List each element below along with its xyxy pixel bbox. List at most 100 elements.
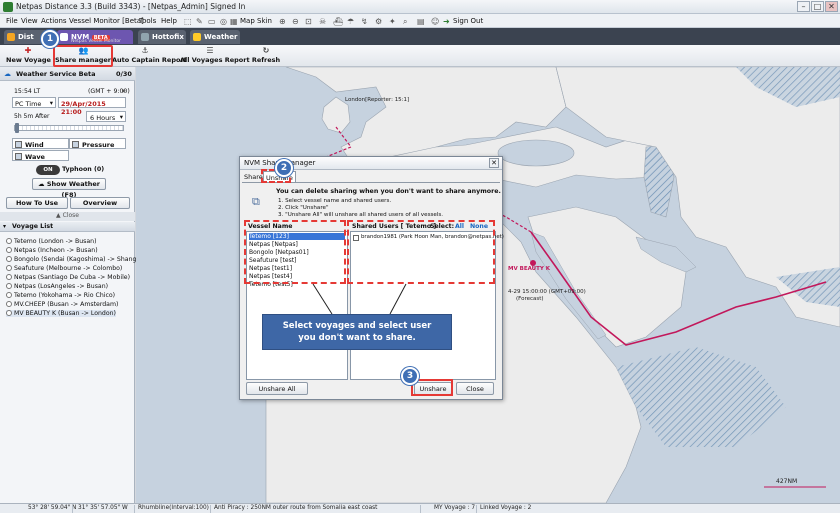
show-weather-button[interactable]: ☁ Show Weather (F8) [32,178,106,199]
wind-toggle[interactable]: Wind [12,138,69,149]
tab-distance-label: Dist [18,33,34,41]
pirate-icon[interactable]: ☠ [319,17,326,26]
sign-out-icon[interactable]: ➜ [443,17,450,26]
help-icon[interactable]: ✦ [389,17,396,26]
time-slider[interactable] [14,125,124,131]
sign-out-menu[interactable]: Sign Out [453,17,483,25]
status-separator [134,505,135,513]
voyage-list-title: Voyage List [12,223,54,230]
voyage-item[interactable]: Tetemo (London -> Busan) [6,238,97,245]
tab-nvm[interactable]: NVM BETA Netpas Vessel Monitor [57,30,133,44]
voyage-item[interactable]: Netpas (Santiago De Cuba -> Mobile) [6,274,130,281]
longitude-readout: 31° 35' 57.05" W [78,505,128,511]
close-window-button[interactable]: ✕ [825,1,838,12]
local-time: 15:54 LT [14,88,41,95]
typhoon-count: Typhoon (0) [62,166,105,173]
wave-toggle[interactable]: Wave [12,150,69,161]
step-2-callout: 2 [275,159,293,177]
minimize-button[interactable]: – [797,1,810,12]
menu-view[interactable]: View [21,17,38,25]
title-bar: Netpas Distance 3.3 (Build 3343) - [Netp… [0,0,840,14]
search-icon[interactable]: ⌕ [403,17,407,27]
layer-icon[interactable]: ▭ [208,17,216,26]
pointer-icon[interactable]: ⬚ [184,17,192,26]
wave-checkbox[interactable] [15,153,22,160]
route-icon[interactable]: ↯ [361,17,368,26]
user-icon[interactable]: ☺ [431,17,439,26]
time-offset: 5h 5m After [14,113,50,120]
app-icon [3,2,13,12]
ship-icon[interactable]: ⛴ [333,17,343,26]
voyage-item-label: Netpas (LosAngeles -> Busan) [14,283,109,290]
wind-checkbox[interactable] [15,141,22,148]
voyage-item-selected[interactable]: MV BEAUTY K (Busan -> London) [6,310,116,317]
black-sea [497,139,575,167]
tab-hottofix[interactable]: Hottofix [138,30,186,44]
typhoon-on-toggle[interactable]: ON [36,165,60,175]
map-skin-menu[interactable]: Map Skin [240,17,272,25]
close-button[interactable]: Close [456,382,494,395]
maximize-button[interactable]: □ [811,1,824,12]
map-skin-icon[interactable]: ▦ [230,17,238,26]
menu-file[interactable]: File [6,17,18,25]
voyage-item[interactable]: Netpas (Incheon -> Busan) [6,247,98,254]
voyage-item[interactable]: Netpas (LosAngeles -> Busan) [6,283,108,290]
weather-panel-title: Weather Service Beta [16,70,96,78]
step-3-callout: 3 [401,367,419,385]
refresh-button[interactable]: ↻ Refresh [246,47,286,66]
voyage-item-label: Netpas (Incheon -> Busan) [14,247,98,254]
chevron-down-icon: ▾ [49,99,53,107]
voyage-item-label: Tetemo (Yokohama -> Rio Chico) [14,292,116,299]
new-voyage-button[interactable]: ✚ New Voyage [6,47,51,66]
voyage-item-label: Tetemo (London -> Busan) [14,238,97,245]
menu-actions[interactable]: Actions [41,17,67,25]
status-bar: 53° 28' 59.04" N 31° 35' 57.05" W Rhumbl… [0,503,840,513]
report-icon: ☰ [206,46,214,55]
grid-icon[interactable]: ▤ [417,17,425,26]
menu-tools[interactable]: Tools [139,17,156,25]
ship-icon [6,301,12,307]
menu-vessel-monitor[interactable]: Vessel Monitor [Beta] [69,17,144,25]
folder-icon: ▾ [3,223,7,230]
tab-weather[interactable]: Weather [190,30,240,44]
my-voyage-count: MY Voyage : 7 [434,505,476,511]
step-text-1: 1. Select vessel name and shared users. [278,198,392,204]
menu-help[interactable]: Help [161,17,177,25]
zoom-in-icon[interactable]: ⊕ [279,17,286,26]
hottofix-icon [141,33,149,41]
window-title: Netpas Distance 3.3 (Build 3343) - [Netp… [16,2,246,11]
auto-captain-label: Auto Captain Report [112,56,187,64]
voyage-item[interactable]: Tetemo (Yokohama -> Rio Chico) [6,292,115,299]
zoom-out-icon[interactable]: ⊖ [292,17,299,26]
tab-share[interactable]: Share [244,173,263,181]
ruler-icon[interactable]: ✎ [196,17,203,26]
pressure-label: Pressure [82,141,115,149]
pressure-toggle[interactable]: Pressure [69,138,126,149]
weather-panel-count: 0/30 [116,70,132,78]
voyage-item-label: Netpas (Santiago De Cuba -> Mobile) [14,274,131,281]
share-manager-highlight [53,45,113,67]
voyage-item[interactable]: MV.CHEEP (Busan -> Amsterdam) [6,301,118,308]
unshare-all-button[interactable]: Unshare All [246,382,308,395]
dialog-close-icon[interactable]: ✕ [489,158,499,168]
collapse-bar[interactable]: ▲ Close [0,212,135,221]
voyage-item[interactable]: Bongolo (Sendai (Kagoshima) -> Shanghai) [6,256,148,263]
how-to-use-button[interactable]: How To Use [6,197,68,209]
london-label: London[Reporter: 15:1] [345,97,410,103]
date-field[interactable]: 29/Apr/2015 21:00 [58,97,126,116]
settings-icon[interactable]: ⚙ [375,17,382,26]
ship-icon [6,310,12,316]
zoom-box-icon[interactable]: ⊡ [305,17,312,26]
all-voyages-report-button[interactable]: ☰ All Voyages Report [180,46,250,66]
pressure-checkbox[interactable] [72,141,79,148]
weather-icon[interactable]: ☂ [347,17,354,26]
overview-button[interactable]: Overview [70,197,130,209]
time-slider-handle[interactable] [15,123,19,133]
arrow-icon[interactable]: ▸ [122,86,126,95]
voyage-item-label: Seafuture (Melbourne -> Colombo) [14,265,123,272]
time-mode-select[interactable]: PC Time ▾ [12,97,56,108]
auto-captain-report-button[interactable]: ⚓ Auto Captain Report [112,47,187,66]
hours-select[interactable]: 6 Hours ▾ [86,111,126,122]
voyage-item[interactable]: Seafuture (Melbourne -> Colombo) [6,265,122,272]
globe-icon[interactable]: ◎ [220,17,227,26]
